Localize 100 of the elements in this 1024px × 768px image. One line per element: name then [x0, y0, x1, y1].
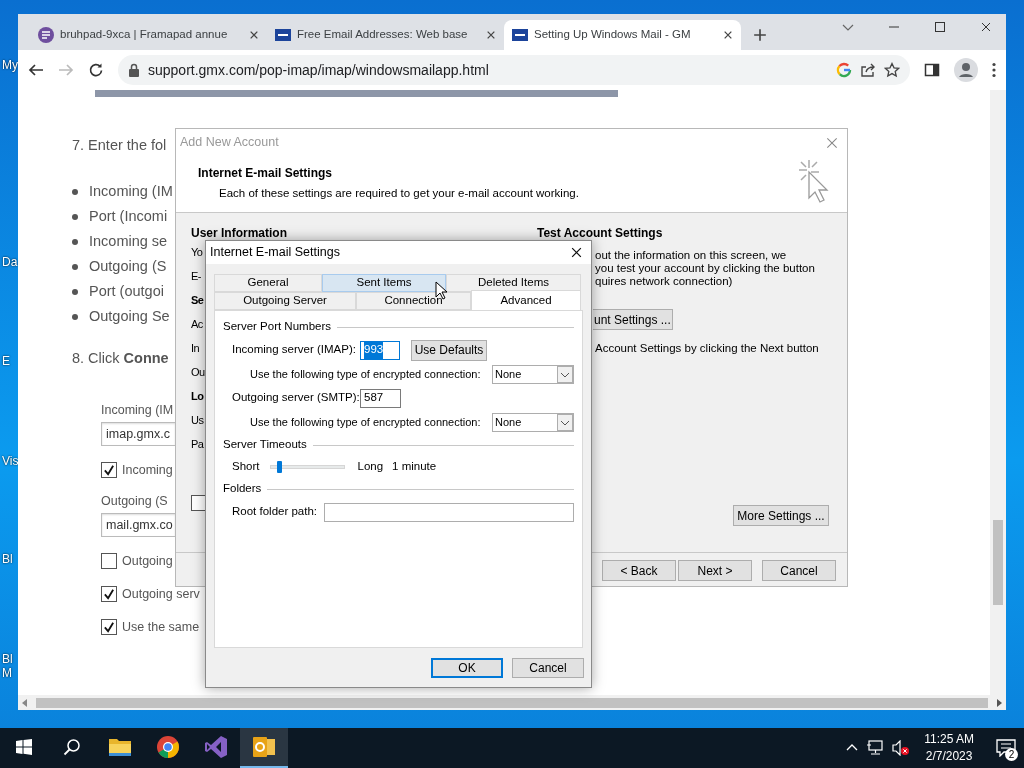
folder-icon[interactable] [108, 736, 132, 758]
browser-logo-icon[interactable] [156, 735, 180, 759]
dialog-button[interactable]: OK [431, 658, 503, 678]
test-settings-button[interactable]: unt Settings ... [593, 309, 673, 330]
maximize-icon[interactable] [934, 21, 946, 33]
field-label: In [191, 341, 200, 356]
field-label: Outgoing (S [101, 493, 168, 509]
dialog-button[interactable]: Next > [678, 560, 752, 581]
close-icon[interactable] [486, 30, 496, 40]
desktop-icon-label[interactable]: My [2, 58, 18, 72]
ribbon-logo-icon[interactable] [204, 735, 228, 759]
group-label: Server Timeouts [223, 437, 307, 453]
chevron-down-icon [557, 365, 573, 383]
field-label: Incoming server (IMAP): [232, 342, 357, 358]
path-field[interactable] [324, 502, 574, 522]
field-label: Pa [191, 437, 204, 452]
checkbox[interactable] [101, 553, 117, 569]
group-label: Server Port Numbers [223, 319, 331, 335]
dropdown-value: None [495, 414, 522, 430]
tab[interactable]: General [214, 274, 322, 292]
close-icon[interactable] [723, 30, 733, 40]
clock-time[interactable]: 11:25 AM [924, 731, 974, 748]
browser-tab[interactable]: Setting Up Windows Mail - GM [504, 20, 741, 50]
desktop-icon-label[interactable]: Da [2, 255, 18, 269]
dialog-button[interactable]: Cancel [512, 658, 584, 678]
port-field[interactable]: 587 [360, 388, 401, 408]
checkbox[interactable] [101, 586, 117, 602]
tab[interactable]: Deleted Items [446, 274, 581, 292]
tab-title: Free Email Addresses: Web base [297, 27, 469, 43]
scroll-right-icon[interactable] [996, 698, 1002, 707]
new-tab-icon[interactable] [753, 28, 767, 42]
close-icon[interactable] [980, 21, 992, 33]
slider-min-label: Short [232, 459, 260, 475]
star-icon[interactable] [884, 62, 900, 78]
use-defaults-button[interactable]: Use Defaults [411, 339, 487, 361]
checkbox-label: Incoming [122, 461, 173, 479]
browser-tab[interactable]: bruhpad-9xca | Framapad annue [30, 20, 267, 50]
more-settings-button[interactable]: More Settings ... [733, 505, 829, 526]
section-title: Internet E-mail Settings [198, 165, 334, 182]
notepad-favicon-icon [38, 27, 54, 43]
dropdown-value: None [495, 366, 522, 382]
search-icon[interactable] [63, 738, 81, 756]
step-text: 7. Enter the fol [72, 136, 167, 155]
profile-avatar-icon[interactable] [954, 58, 978, 82]
browser-tab[interactable]: Free Email Addresses: Web base [267, 20, 504, 50]
close-icon[interactable] [570, 246, 583, 259]
dialog-button[interactable]: < Back [602, 560, 676, 581]
bullet-text: Incoming se [89, 231, 168, 251]
slider-thumb[interactable] [276, 461, 282, 473]
bullet [72, 188, 78, 195]
notification-icon[interactable] [996, 739, 1016, 757]
start-windows-icon[interactable] [16, 739, 32, 755]
port-field[interactable]: 993 [360, 340, 400, 360]
close-icon[interactable] [249, 30, 259, 40]
tab[interactable]: Outgoing Server [214, 292, 356, 310]
timeout-reading: 1 minute [392, 459, 437, 475]
field-label: Us [191, 413, 204, 428]
tab[interactable]: Connection [356, 292, 471, 310]
checkbox[interactable] [101, 462, 117, 478]
section-heading: User Information [191, 227, 287, 240]
bullet [72, 263, 78, 270]
share-icon[interactable] [860, 62, 876, 78]
field-label: Lo [191, 389, 204, 404]
bullet-text: Outgoing Se [89, 306, 170, 326]
check-icon [103, 621, 115, 633]
desktop-icon-label[interactable]: Bl M [2, 652, 18, 680]
network-icon[interactable] [866, 740, 885, 756]
checkbox[interactable] [101, 619, 117, 635]
bullet [72, 213, 78, 220]
tab[interactable]: Advanced [471, 290, 581, 310]
speaker-muted-icon[interactable] [892, 740, 911, 756]
sidebar-icon[interactable] [924, 62, 940, 78]
address-bar[interactable]: support.gmx.com/pop-imap/imap/windowsmailapp.html [118, 55, 910, 85]
field-label: Ac [191, 317, 203, 332]
slider[interactable] [269, 461, 345, 473]
back-arrow-icon[interactable] [28, 62, 44, 78]
scrollbar-thumb[interactable] [36, 697, 988, 708]
tab[interactable]: Sent Items [322, 274, 446, 292]
menu-dots-icon[interactable] [992, 62, 996, 78]
hint-text: Account Settings by clicking the Next button [595, 342, 819, 355]
bullet-text: Port (Incomi [89, 206, 168, 226]
slider-max-label: Long [357, 459, 384, 475]
window-title: Internet E-mail Settings [210, 244, 340, 262]
bullet [72, 313, 78, 320]
scroll-left-icon[interactable] [22, 698, 28, 707]
encryption-dropdown[interactable]: None [492, 412, 574, 432]
chevron-down-icon [557, 413, 573, 431]
lock-icon [128, 63, 140, 77]
dialog-button[interactable]: Cancel [762, 560, 836, 581]
reload-icon[interactable] [88, 62, 104, 78]
tab-title: bruhpad-9xca | Framapad annue [60, 27, 229, 43]
g-logo-icon[interactable] [836, 62, 852, 78]
field-label: E- [191, 269, 201, 284]
section-subtitle: Each of these settings are required to get your e-mail account working. [219, 186, 580, 201]
url-text: support.gmx.com/pop-imap/imap/windowsmailapp.html [148, 60, 490, 80]
scrollbar-thumb[interactable] [993, 520, 1003, 605]
clock-date[interactable]: 2/7/2023 [924, 748, 974, 765]
encryption-dropdown[interactable]: None [492, 364, 574, 384]
mail-app-icon[interactable] [252, 735, 276, 759]
tab-title: Setting Up Windows Mail - GM [534, 27, 692, 43]
